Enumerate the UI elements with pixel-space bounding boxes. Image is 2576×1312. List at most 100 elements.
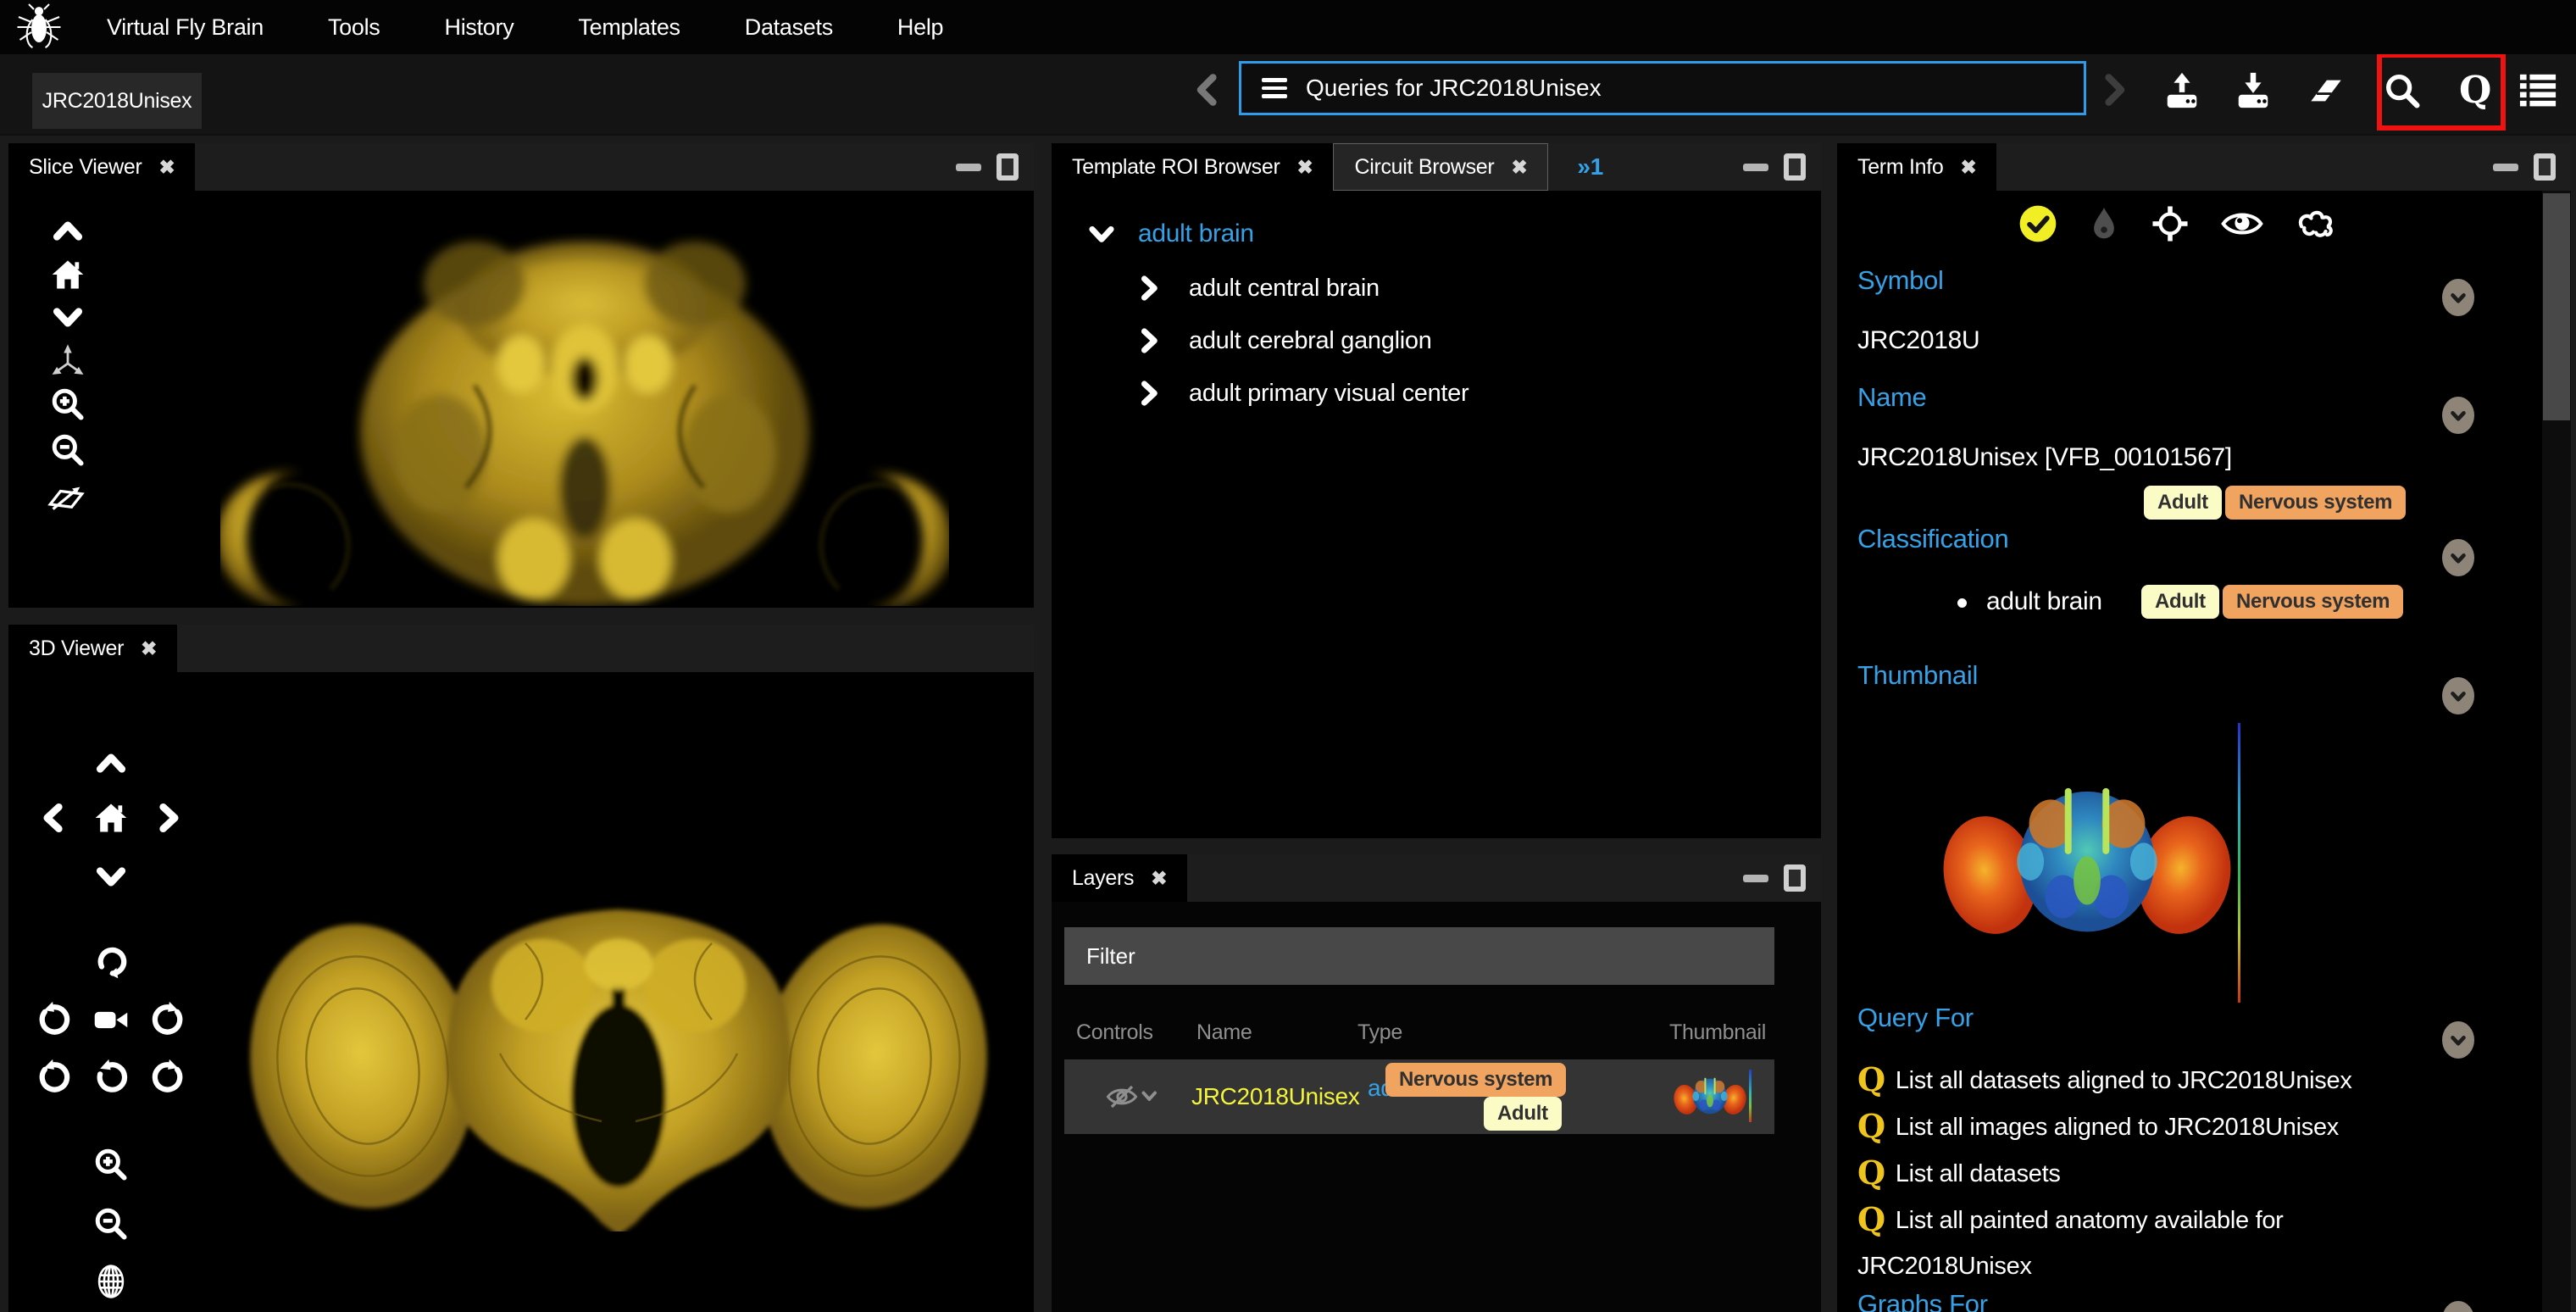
tree-item-adult-primary-visual-center[interactable]: adult primary visual center: [1133, 377, 1468, 409]
minimize-button[interactable]: [956, 164, 981, 171]
slice-plane-icon[interactable]: [47, 478, 85, 515]
visibility-toggle-icon[interactable]: [1105, 1081, 1159, 1112]
tree-item-adult-brain[interactable]: adult brain: [1085, 218, 1254, 250]
home-icon[interactable]: [92, 799, 130, 837]
query-item[interactable]: QList all datasets aligned to JRC2018Uni…: [1857, 1057, 2400, 1104]
search-input[interactable]: [1306, 75, 2051, 102]
graphs-for-collapse-button[interactable]: [2442, 1301, 2474, 1312]
eye-icon[interactable]: [2220, 204, 2264, 243]
globe-icon[interactable]: [92, 1263, 130, 1300]
pan-left-icon[interactable]: [35, 799, 72, 837]
close-icon[interactable]: ✖: [159, 156, 175, 179]
axes-icon[interactable]: [49, 343, 86, 381]
close-icon[interactable]: ✖: [1961, 156, 1977, 179]
download-icon[interactable]: [2234, 71, 2273, 110]
query-search-bar[interactable]: [1239, 61, 2086, 115]
term-thumbnail-image[interactable]: [1939, 725, 2235, 996]
tree-label[interactable]: adult central brain: [1189, 275, 1380, 303]
close-icon[interactable]: ✖: [1296, 156, 1313, 179]
roll-ccw-icon[interactable]: [35, 1059, 72, 1096]
droplet-icon[interactable]: [2088, 204, 2120, 243]
maximize-button[interactable]: [1784, 864, 1806, 892]
camera-icon[interactable]: [92, 1001, 130, 1038]
menu-icon[interactable]: [1262, 78, 1287, 98]
layer-thumbnail[interactable]: [1673, 1070, 1747, 1122]
minimize-button[interactable]: [2493, 164, 2518, 171]
scrollbar-thumb[interactable]: [2543, 193, 2570, 420]
tree-item-adult-cerebral-ganglion[interactable]: adult cerebral ganglion: [1133, 325, 1432, 357]
zoom-out-icon[interactable]: [92, 1205, 130, 1243]
rotate-ccw-icon[interactable]: [35, 1001, 72, 1038]
list-icon[interactable]: [2518, 71, 2557, 110]
tree-item-adult-central-brain[interactable]: adult central brain: [1133, 272, 1380, 304]
brain-icon[interactable]: [2295, 205, 2339, 242]
tab-layers[interactable]: Layers ✖: [1052, 854, 1187, 902]
close-icon[interactable]: ✖: [1151, 867, 1167, 890]
zoom-in-icon[interactable]: [49, 386, 86, 423]
rotate-reset-icon[interactable]: [92, 1059, 130, 1096]
classification-value[interactable]: adult brain: [1986, 587, 2102, 616]
nav-item-tools[interactable]: Tools: [328, 14, 380, 41]
tab-circuit-browser[interactable]: Circuit Browser ✖: [1333, 143, 1548, 191]
filter-input[interactable]: [1086, 943, 1679, 970]
viewer-3d-canvas[interactable]: [8, 672, 1034, 1312]
zoom-out-icon[interactable]: [49, 431, 86, 469]
chevron-down-icon[interactable]: [1085, 218, 1118, 250]
nav-item-virtual-fly-brain[interactable]: Virtual Fly Brain: [107, 14, 264, 41]
next-icon[interactable]: [2095, 71, 2132, 108]
tab-slice-viewer[interactable]: Slice Viewer ✖: [8, 143, 195, 191]
eraser-icon[interactable]: [2307, 71, 2346, 110]
upload-icon[interactable]: [2162, 71, 2201, 110]
symbol-collapse-button[interactable]: [2442, 279, 2474, 316]
spin-icon[interactable]: [92, 943, 130, 981]
focus-icon[interactable]: [2151, 204, 2190, 243]
thumbnail-collapse-button[interactable]: [2442, 677, 2474, 714]
nav-item-help[interactable]: Help: [897, 14, 943, 41]
chevron-right-icon[interactable]: [1133, 325, 1165, 357]
query-search-icon[interactable]: Q: [2456, 71, 2495, 110]
tab-term-info[interactable]: Term Info ✖: [1837, 143, 1996, 191]
more-tabs-indicator[interactable]: »1: [1577, 153, 1603, 181]
zoom-in-icon[interactable]: [92, 1146, 130, 1183]
chevron-right-icon[interactable]: [1133, 377, 1165, 409]
maximize-button[interactable]: [1784, 153, 1806, 181]
classification-collapse-button[interactable]: [2442, 539, 2474, 576]
layer-name[interactable]: JRC2018Unisex: [1191, 1083, 1359, 1110]
minimize-button[interactable]: [1743, 875, 1768, 882]
pan-up-icon[interactable]: [49, 213, 86, 250]
maximize-button[interactable]: [2534, 153, 2556, 181]
verified-check-icon[interactable]: [2018, 204, 2057, 243]
name-collapse-button[interactable]: [2442, 397, 2474, 434]
close-icon[interactable]: ✖: [141, 637, 157, 660]
tab-template-roi-browser[interactable]: Template ROI Browser ✖: [1052, 143, 1333, 191]
tree-label[interactable]: adult cerebral ganglion: [1189, 327, 1432, 355]
query-item[interactable]: QList all datasets: [1857, 1150, 2400, 1197]
nav-item-datasets[interactable]: Datasets: [745, 14, 833, 41]
fly-logo-icon[interactable]: [12, 2, 66, 53]
close-icon[interactable]: ✖: [1511, 156, 1527, 179]
rotate-cw-icon[interactable]: [150, 1001, 187, 1038]
tab-3d-viewer[interactable]: 3D Viewer ✖: [8, 625, 177, 672]
minimize-button[interactable]: [1743, 164, 1768, 171]
query-for-collapse-button[interactable]: [2442, 1021, 2474, 1059]
query-item[interactable]: QList all images aligned to JRC2018Unise…: [1857, 1104, 2400, 1150]
pan-down-icon[interactable]: [49, 298, 86, 336]
prev-icon[interactable]: [1190, 71, 1227, 108]
tree-label[interactable]: adult brain: [1138, 220, 1254, 248]
session-tab-jrc2018unisex[interactable]: JRC2018Unisex: [32, 73, 202, 129]
slice-viewer-canvas[interactable]: [8, 191, 1034, 608]
term-info-scrollbar[interactable]: [2542, 191, 2571, 1312]
query-item[interactable]: QList all painted anatomy available for …: [1857, 1197, 2400, 1289]
nav-item-history[interactable]: History: [445, 14, 514, 41]
chevron-right-icon[interactable]: [1133, 272, 1165, 304]
pan-up-icon[interactable]: [92, 745, 130, 782]
pan-down-icon[interactable]: [92, 858, 130, 895]
tree-label[interactable]: adult primary visual center: [1189, 380, 1468, 408]
layers-filter[interactable]: [1064, 927, 1774, 985]
pan-right-icon[interactable]: [150, 799, 187, 837]
maximize-button[interactable]: [997, 153, 1019, 181]
roll-cw-icon[interactable]: [150, 1059, 187, 1096]
search-icon[interactable]: [2383, 71, 2422, 110]
home-icon[interactable]: [49, 256, 86, 293]
nav-item-templates[interactable]: Templates: [578, 14, 680, 41]
